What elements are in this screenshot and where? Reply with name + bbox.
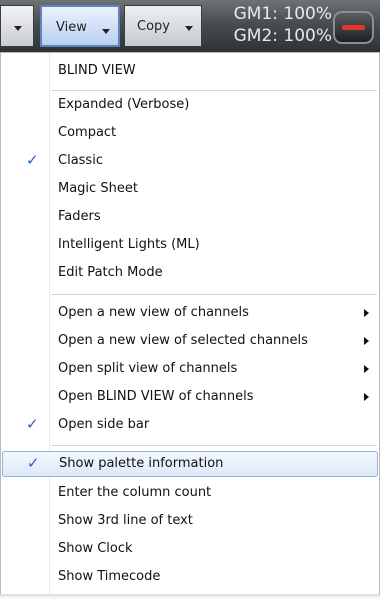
menu-item-show-timecode[interactable]: Show Timecode: [2, 565, 378, 589]
menu-separator: [51, 90, 377, 91]
menu-item-show-3rd-line[interactable]: Show 3rd line of text: [2, 509, 378, 533]
menu-item-label: Show palette information: [59, 456, 224, 471]
menu-item-label: Open a new view of channels: [58, 305, 249, 320]
menu-item-edit-patch-mode[interactable]: Edit Patch Mode: [2, 261, 378, 285]
checkmark-icon: ✓: [27, 454, 40, 472]
menu-item-blind-view[interactable]: BLIND VIEW: [2, 59, 378, 83]
chevron-down-icon: [185, 26, 193, 31]
menu-item-faders[interactable]: Faders: [2, 205, 378, 229]
menu-item-show-clock[interactable]: Show Clock: [2, 537, 378, 561]
checkmark-icon: ✓: [26, 415, 39, 433]
menu-item-show-palette-information[interactable]: ✓ Show palette information: [2, 451, 378, 477]
menu-item-label: Intelligent Lights (ML): [58, 237, 200, 252]
menu-item-label: Expanded (Verbose): [58, 97, 190, 112]
checkmark-icon: ✓: [26, 151, 39, 169]
chevron-down-icon: [102, 29, 110, 34]
submenu-arrow-icon: [364, 365, 369, 373]
grandmaster-2-readout: GM2: 100%: [233, 26, 332, 46]
menu-item-label: Show Clock: [58, 541, 133, 556]
menu-item-label: Open BLIND VIEW of channels: [58, 389, 254, 404]
menu-item-open-blind-view-channels[interactable]: Open BLIND VIEW of channels: [2, 385, 378, 409]
menu-item-label: Classic: [58, 153, 103, 168]
copy-button-label: Copy: [137, 19, 170, 34]
minus-icon: [342, 25, 365, 30]
menu-separator: [51, 294, 377, 295]
view-button-label: View: [56, 20, 87, 35]
menu-item-open-side-bar[interactable]: ✓ Open side bar: [2, 413, 378, 437]
menu-item-label: Faders: [58, 209, 101, 224]
menu-item-label: Compact: [58, 125, 117, 140]
menu-item-open-new-view-selected-channels[interactable]: Open a new view of selected channels: [2, 329, 378, 353]
copy-menu-button[interactable]: Copy: [124, 5, 202, 47]
menu-item-enter-column-count[interactable]: Enter the column count: [2, 481, 378, 505]
menu-item-expanded-verbose[interactable]: Expanded (Verbose): [2, 93, 378, 117]
menu-item-label: Open side bar: [58, 417, 150, 432]
chevron-down-icon: [14, 26, 22, 31]
menu-separator: [51, 445, 377, 446]
view-menu-button[interactable]: View: [40, 5, 120, 47]
previous-menu-button[interactable]: [0, 5, 34, 47]
view-dropdown-menu: BLIND VIEW Expanded (Verbose) Compact ✓ …: [0, 52, 380, 599]
menu-item-open-new-view-channels[interactable]: Open a new view of channels: [2, 301, 378, 325]
menu-item-magic-sheet[interactable]: Magic Sheet: [2, 177, 378, 201]
menu-item-label: Edit Patch Mode: [58, 265, 163, 280]
menu-item-compact[interactable]: Compact: [2, 121, 378, 145]
submenu-arrow-icon: [364, 393, 369, 401]
toolbar: View Copy GM1: 100% GM2: 100%: [0, 0, 380, 53]
grandmaster-1-readout: GM1: 100%: [233, 4, 332, 24]
menu-item-label: Enter the column count: [58, 485, 212, 500]
menu-item-classic[interactable]: ✓ Classic: [2, 149, 378, 173]
submenu-arrow-icon: [364, 337, 369, 345]
menu-bottom-shadow: [0, 594, 380, 599]
menu-item-label: Magic Sheet: [58, 181, 138, 196]
menu-item-label: Show Timecode: [58, 569, 161, 584]
menu-item-label: Open split view of channels: [58, 361, 238, 376]
menu-item-label: BLIND VIEW: [58, 63, 136, 78]
menu-item-label: Open a new view of selected channels: [58, 333, 308, 348]
menu-item-label: Show 3rd line of text: [58, 513, 193, 528]
menu-item-intelligent-lights[interactable]: Intelligent Lights (ML): [2, 233, 378, 257]
record-button[interactable]: [333, 11, 374, 44]
menu-item-open-split-view-channels[interactable]: Open split view of channels: [2, 357, 378, 381]
submenu-arrow-icon: [364, 309, 369, 317]
